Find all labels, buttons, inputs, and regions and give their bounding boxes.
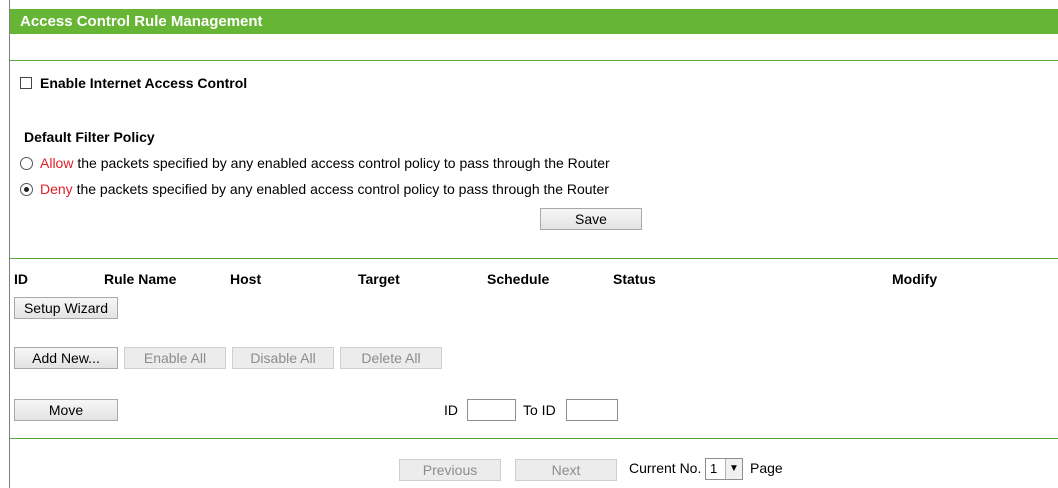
disable-all-button[interactable]: Disable All — [232, 347, 334, 369]
column-header-modify: Modify — [892, 271, 938, 287]
deny-keyword: Deny — [40, 181, 73, 197]
divider — [10, 60, 1058, 61]
chevron-down-icon[interactable]: ▼ — [725, 459, 742, 479]
enable-access-control-checkbox[interactable] — [20, 77, 32, 89]
enable-all-button[interactable]: Enable All — [124, 347, 226, 369]
previous-page-button[interactable]: Previous — [399, 459, 501, 481]
divider — [10, 438, 1058, 439]
deny-option-label: Deny the packets specified by any enable… — [40, 181, 609, 197]
allow-keyword: Allow — [40, 155, 74, 171]
delete-all-button[interactable]: Delete All — [340, 347, 442, 369]
add-new-button[interactable]: Add New... — [14, 347, 118, 369]
next-page-button[interactable]: Next — [515, 459, 617, 481]
move-button[interactable]: Move — [14, 399, 118, 421]
current-page-value: 1 — [710, 461, 718, 476]
move-to-id-input[interactable] — [566, 399, 618, 421]
current-page-label: Current No. — [629, 460, 702, 476]
current-page-select[interactable]: 1 ▼ — [705, 458, 743, 480]
column-header-id: ID — [14, 271, 28, 287]
column-header-host: Host — [230, 271, 262, 287]
setup-wizard-button[interactable]: Setup Wizard — [14, 297, 118, 319]
page-label: Page — [750, 460, 783, 476]
column-header-schedule: Schedule — [487, 271, 550, 287]
default-filter-policy-heading: Default Filter Policy — [24, 129, 155, 145]
enable-access-control-label: Enable Internet Access Control — [40, 75, 248, 91]
allow-option-label: Allow the packets specified by any enabl… — [40, 155, 610, 171]
page-title: Access Control Rule Management — [10, 9, 1058, 34]
move-id-label: ID — [444, 402, 458, 418]
move-id-input[interactable] — [467, 399, 516, 421]
allow-description: the packets specified by any enabled acc… — [77, 155, 610, 171]
deny-description: the packets specified by any enabled acc… — [76, 181, 609, 197]
save-button[interactable]: Save — [540, 208, 642, 230]
allow-radio[interactable] — [20, 157, 33, 170]
column-header-rule-name: Rule Name — [104, 271, 177, 287]
divider — [10, 258, 1058, 259]
deny-radio[interactable] — [20, 183, 33, 196]
move-to-id-label: To ID — [523, 402, 556, 418]
column-header-target: Target — [358, 271, 400, 287]
column-header-status: Status — [613, 271, 656, 287]
